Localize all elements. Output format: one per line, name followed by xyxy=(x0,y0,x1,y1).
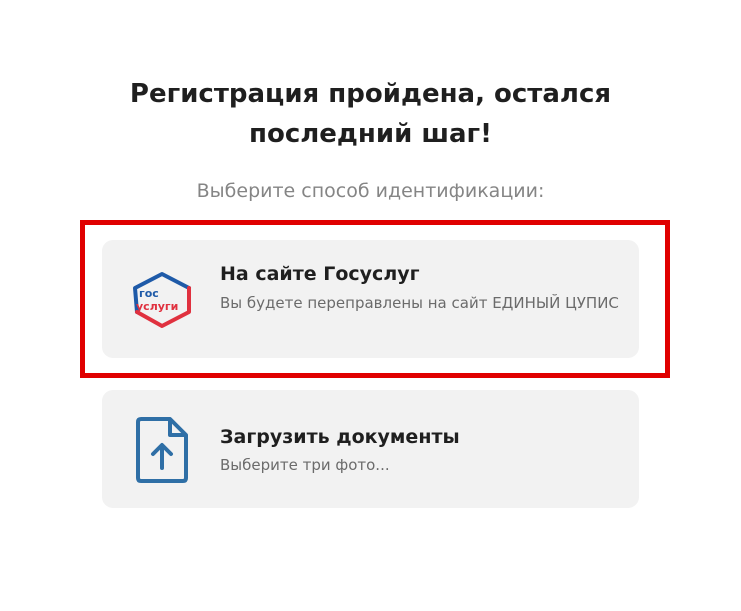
gosuslugi-logo-icon: гос услуги xyxy=(130,268,194,332)
identification-page: Регистрация пройдена, остался последний … xyxy=(0,0,741,611)
page-subtitle: Выберите способ идентификации: xyxy=(196,180,545,202)
option-gosuslugi-button[interactable]: гос услуги На сайте Госуслуг Вы будете п… xyxy=(102,240,639,358)
option-upload-documents-button[interactable]: Загрузить документы Выберите три фото... xyxy=(102,390,639,508)
option-upload-title: Загрузить документы xyxy=(220,426,460,448)
option-upload-description: Выберите три фото... xyxy=(220,456,390,474)
page-title-line-2: последний шаг! xyxy=(249,119,492,149)
page-title-line-1: Регистрация пройдена, остался xyxy=(129,79,612,109)
gosuslugi-logo-word-2: услуги xyxy=(136,300,178,313)
page-title: Регистрация пройдена, остался последний … xyxy=(0,74,741,154)
upload-document-icon xyxy=(132,416,196,483)
gosuslugi-logo-word-1: гос xyxy=(139,287,159,300)
option-gosuslugi-title: На сайте Госуслуг xyxy=(220,263,420,285)
option-gosuslugi-description: Вы будете переправлены на сайт ЕДИНЫЙ ЦУ… xyxy=(220,294,619,312)
